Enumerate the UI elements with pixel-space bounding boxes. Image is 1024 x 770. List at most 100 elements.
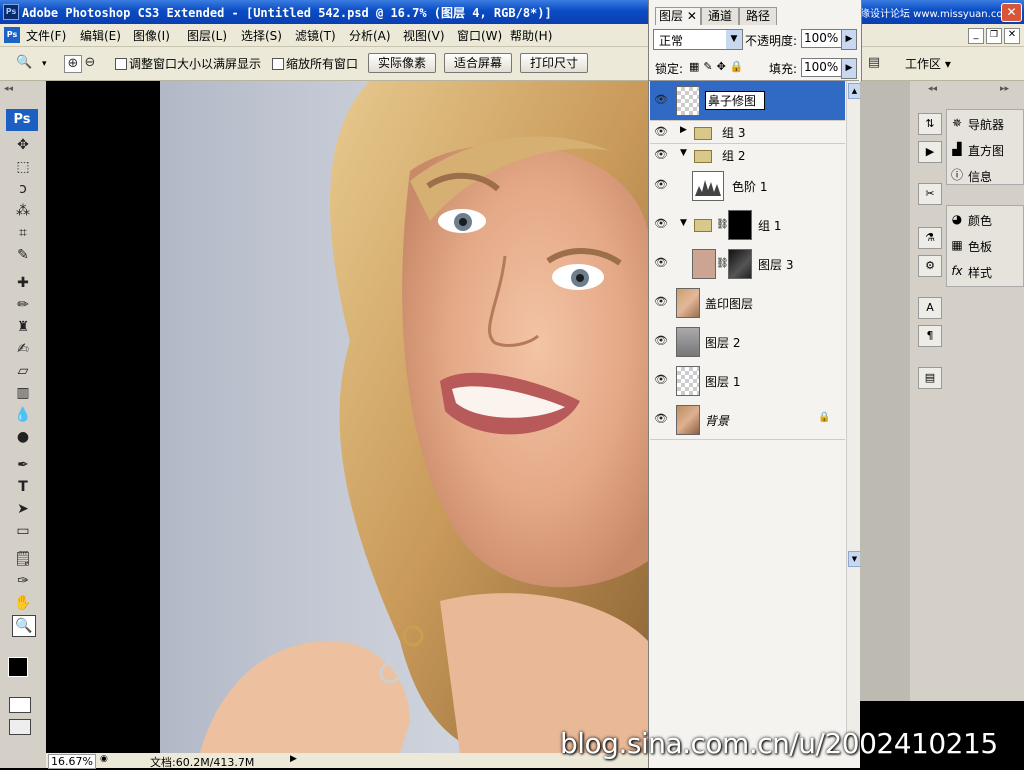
type-tool-icon[interactable]: T	[12, 477, 34, 497]
screen-mode-icon[interactable]	[9, 719, 31, 735]
zoom-tool-icon-box[interactable]: 🔍	[12, 615, 36, 637]
color-icon[interactable]: ◕	[949, 211, 965, 227]
menu-view[interactable]: 视图(V)	[403, 27, 445, 44]
visibility-eye-icon[interactable]: 👁	[654, 178, 668, 192]
tool-preset-dropdown[interactable]: ▾	[42, 59, 47, 69]
magic-wand-tool-icon[interactable]: ⁂	[12, 201, 34, 221]
layer-name-edit[interactable]: 鼻子修图	[705, 91, 766, 110]
panel-info[interactable]: 信息	[968, 168, 992, 185]
panel-navigator[interactable]: 导航器	[968, 116, 1004, 133]
toolbox-collapse-icon[interactable]: ◂◂	[4, 84, 13, 94]
brushes-panel-icon[interactable]: ⚗	[918, 227, 942, 249]
styles-icon[interactable]: fx	[949, 263, 965, 279]
status-info-icon[interactable]: ◉	[100, 754, 114, 767]
visibility-eye-icon[interactable]: 👁	[654, 256, 668, 270]
layer-row-nose-retouch[interactable]: 👁 鼻子修图	[650, 81, 845, 121]
layers-scrollbar[interactable]: ▲ ▼	[846, 81, 861, 751]
histogram-icon[interactable]: ▟	[949, 141, 965, 157]
fit-screen-button[interactable]: 适合屏幕	[444, 53, 512, 73]
palette-well-icon[interactable]: ▤	[866, 55, 882, 71]
dodge-tool-icon[interactable]: ●	[12, 427, 34, 447]
menu-file[interactable]: 文件(F)	[26, 27, 66, 44]
blend-mode-select[interactable]: 正常 ▼	[653, 29, 743, 50]
history-panel-icon[interactable]: ⇅	[918, 113, 942, 135]
brush-tool-icon[interactable]: ✏	[12, 295, 34, 315]
zoom-out-icon[interactable]: ⊖	[82, 55, 98, 71]
opacity-slider-icon[interactable]: ▶	[841, 29, 857, 50]
hand-tool-icon[interactable]: ✋	[12, 593, 34, 613]
layer-row-background[interactable]: 👁 背景 🔒	[650, 400, 845, 440]
workspace-menu[interactable]: 工作区 ▾	[905, 55, 951, 72]
menu-select[interactable]: 选择(S)	[241, 27, 282, 44]
zoom-in-icon[interactable]: ⊕	[64, 55, 82, 73]
visibility-eye-icon[interactable]: 👁	[654, 93, 668, 107]
visibility-eye-icon[interactable]: 👁	[654, 217, 668, 231]
layer-mask-thumbnail[interactable]	[728, 210, 752, 240]
stamp-tool-icon[interactable]: ♜	[12, 317, 34, 337]
menu-edit[interactable]: 编辑(E)	[80, 27, 121, 44]
layer-row-layer-1[interactable]: 👁 图层 1	[650, 361, 845, 401]
zoom-all-checkbox[interactable]	[272, 58, 284, 70]
visibility-eye-icon[interactable]: 👁	[654, 148, 668, 162]
blur-tool-icon[interactable]: 💧	[12, 405, 34, 425]
menu-filter[interactable]: 滤镜(T)	[295, 27, 336, 44]
tab-channels[interactable]: 通道	[701, 7, 739, 25]
layer-row-layer-3[interactable]: 👁 ⛓ 图层 3	[650, 244, 845, 284]
healing-tool-icon[interactable]: ✚	[12, 273, 34, 293]
character-panel-icon[interactable]: A	[918, 297, 942, 319]
tab-layers[interactable]: 图层 ✕	[655, 7, 701, 25]
opacity-input[interactable]: 100%	[801, 29, 843, 48]
group-collapse-icon[interactable]: ▼	[680, 218, 687, 228]
lasso-tool-icon[interactable]: ↄ	[12, 179, 34, 199]
crop-tool-icon[interactable]: ⌗	[12, 223, 34, 243]
quick-mask-icon[interactable]	[9, 697, 31, 713]
panel-histogram[interactable]: 直方图	[968, 142, 1004, 159]
layer-row-group-1[interactable]: 👁 ▼ ⛓ 组 1	[650, 205, 845, 245]
ps-logo[interactable]: Ps	[6, 109, 38, 131]
tool-presets-icon[interactable]: ✂	[918, 183, 942, 205]
swatches-icon[interactable]: ▦	[949, 237, 965, 253]
notes-tool-icon[interactable]: 🗒	[12, 549, 34, 569]
layer-row-group-3[interactable]: 👁 ▶ 组 3	[650, 121, 845, 144]
tab-paths[interactable]: 路径	[739, 7, 777, 25]
visibility-eye-icon[interactable]: 👁	[654, 412, 668, 426]
panel-color[interactable]: 颜色	[968, 212, 992, 229]
pen-tool-icon[interactable]: ✒	[12, 455, 34, 475]
actual-pixels-button[interactable]: 实际像素	[368, 53, 436, 73]
layer-row-levels-1[interactable]: 👁 色阶 1	[650, 166, 845, 206]
actions-panel-icon[interactable]: ▶	[918, 141, 942, 163]
eyedropper-tool-icon[interactable]: ✑	[12, 571, 34, 591]
move-tool-icon[interactable]: ✥	[12, 135, 34, 155]
menu-layer[interactable]: 图层(L)	[187, 27, 227, 44]
document-canvas[interactable]	[46, 81, 648, 753]
group-expand-icon[interactable]: ▶	[680, 125, 687, 135]
panel-swatches[interactable]: 色板	[968, 238, 992, 255]
document-icon[interactable]: Ps	[4, 27, 20, 43]
chain-link-icon[interactable]: ⛓	[716, 258, 729, 269]
dock-expand-icon[interactable]: ◂◂	[928, 84, 937, 94]
layer-comps-icon[interactable]: ▤	[918, 367, 942, 389]
path-select-tool-icon[interactable]: ➤	[12, 499, 34, 519]
minimize-doc-icon[interactable]: _	[968, 28, 984, 44]
close-button[interactable]: ✕	[1001, 3, 1022, 22]
restore-doc-icon[interactable]: ❐	[986, 28, 1002, 44]
group-collapse-icon[interactable]: ▼	[680, 148, 687, 158]
print-size-button[interactable]: 打印尺寸	[520, 53, 588, 73]
navigator-icon[interactable]: ✵	[949, 115, 965, 131]
fill-input[interactable]: 100%	[801, 58, 843, 77]
slice-tool-icon[interactable]: ✎	[12, 245, 34, 265]
menu-window[interactable]: 窗口(W)	[457, 27, 502, 44]
history-brush-tool-icon[interactable]: ✍	[12, 339, 34, 359]
eraser-tool-icon[interactable]: ▱	[12, 361, 34, 381]
clone-source-icon[interactable]: ⚙	[918, 255, 942, 277]
menu-image[interactable]: 图像(I)	[133, 27, 170, 44]
zoom-level[interactable]: 16.67%	[48, 754, 96, 769]
gradient-tool-icon[interactable]: ▥	[12, 383, 34, 403]
chain-link-icon[interactable]: ⛓	[716, 219, 729, 230]
shape-tool-icon[interactable]: ▭	[12, 521, 34, 541]
status-menu-arrow[interactable]: ▶	[290, 754, 297, 764]
close-doc-icon[interactable]: ✕	[1004, 28, 1020, 44]
layer-mask-thumbnail[interactable]	[728, 249, 752, 279]
lock-icons[interactable]: ▦✎✥🔒	[689, 60, 748, 73]
visibility-eye-icon[interactable]: 👁	[654, 125, 668, 139]
